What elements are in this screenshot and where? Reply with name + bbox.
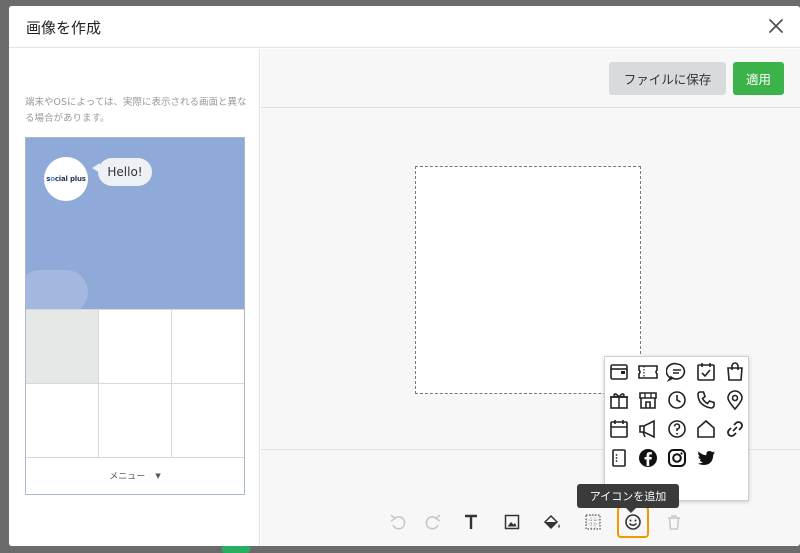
modal-header: 画像を作成 [9,6,800,48]
line-preview: social plus Hello! メニュー ▼ [25,137,245,495]
menu-bar-label: メニュー [109,472,146,482]
facebook-icon[interactable] [636,446,660,470]
preview-note: 端末やOSによっては、実際に表示される画面と異なる場合があります。 [25,97,247,124]
grid-cell[interactable] [99,310,172,384]
tooltip-arrow [626,508,636,513]
smiley-icon [624,513,642,531]
trash-icon[interactable] [663,511,685,533]
home-icon[interactable] [694,417,718,441]
card-icon[interactable] [607,360,631,384]
close-icon[interactable] [766,16,786,36]
add-icon-tooltip: アイコンを追加 [577,484,679,508]
calendar-icon[interactable] [607,417,631,441]
modal-title: 画像を作成 [26,19,102,37]
location-pin-icon[interactable] [723,388,747,412]
caret-down-icon: ▼ [155,471,161,480]
ticket-icon[interactable] [636,360,660,384]
apply-button[interactable]: 適用 [733,62,784,95]
text-icon[interactable] [460,511,482,533]
fill-icon[interactable] [541,511,563,533]
store-icon[interactable] [636,388,660,412]
link-icon[interactable] [723,417,747,441]
rich-menu-grid [26,309,244,458]
chat-bubble: Hello! [98,158,152,186]
gift-icon[interactable] [607,388,631,412]
help-icon[interactable] [665,417,689,441]
megaphone-icon[interactable] [636,417,660,441]
instagram-icon[interactable] [665,446,689,470]
editor-top-toolbar: ファイルに保存 適用 [261,49,800,108]
save-to-file-button[interactable]: ファイルに保存 [609,62,726,95]
shopping-bag-icon[interactable] [723,360,747,384]
calendar-check-icon[interactable] [694,360,718,384]
grid-cell[interactable] [172,384,244,458]
chat-area: social plus Hello! [26,138,244,314]
grid-cell[interactable] [99,384,172,458]
preview-pane: 端末やOSによっては、実際に表示される画面と異なる場合があります。 social… [9,49,260,546]
image-icon[interactable] [501,511,523,533]
twitter-icon[interactable] [694,446,718,470]
menu-bar[interactable]: メニュー ▼ [26,457,244,494]
grid-icon[interactable] [582,511,604,533]
chat-icon[interactable] [665,360,689,384]
avatar: social plus [44,157,88,201]
icon-picker-popup [604,356,749,501]
grid-cell[interactable] [172,310,244,384]
clock-icon[interactable] [665,388,689,412]
grid-cell[interactable] [26,384,99,458]
redo-icon[interactable] [422,511,444,533]
cloud-decoration [26,270,88,314]
menu-book-icon[interactable] [607,446,631,470]
grid-cell[interactable] [26,310,99,384]
undo-icon[interactable] [387,511,409,533]
phone-icon[interactable] [694,388,718,412]
brand-logo: social plus [46,175,86,183]
